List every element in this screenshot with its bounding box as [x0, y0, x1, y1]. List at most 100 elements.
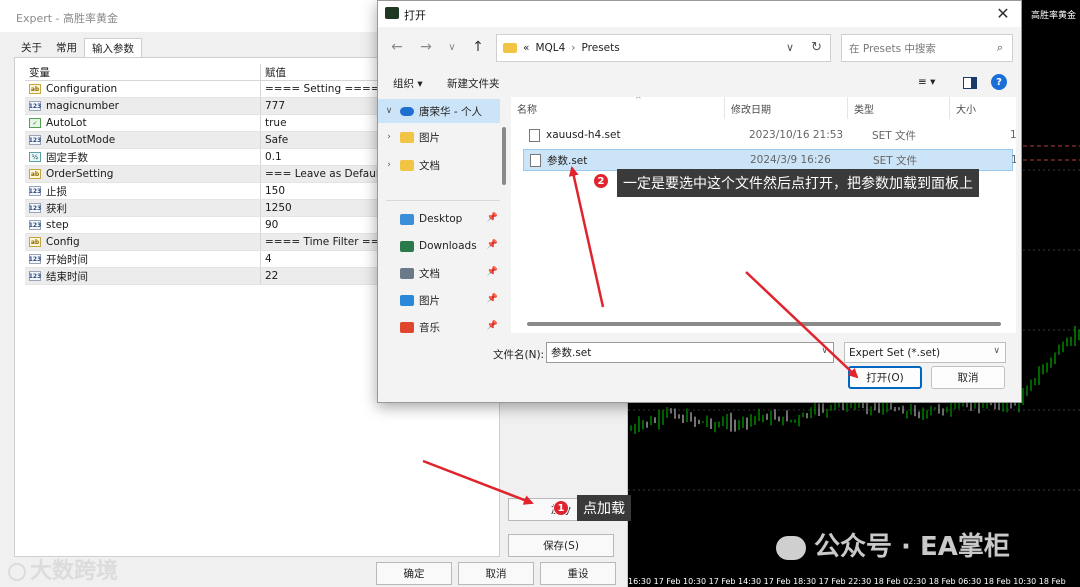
table-row[interactable]: ab OrderSetting === Leave as Default =: [25, 166, 383, 183]
file-row[interactable]: xauusd-h4.set 2023/10/16 21:53 SET 文件 1: [523, 124, 1016, 146]
column-header-date[interactable]: 修改日期: [725, 97, 848, 119]
preview-pane-icon[interactable]: [961, 74, 979, 92]
chevron-down-icon[interactable]: ∨: [821, 346, 828, 356]
filename-input[interactable]: 参数.set ∨: [546, 342, 834, 363]
sidebar-item[interactable]: 音乐 📌: [378, 315, 500, 333]
close-icon[interactable]: ✕: [993, 3, 1013, 23]
column-size-label: 大小: [956, 104, 976, 116]
parameter-value[interactable]: ==== Time Filter ===: [261, 234, 383, 250]
expert-cancel-button-label: 取消: [485, 568, 507, 580]
expert-cancel-button[interactable]: 取消: [458, 562, 534, 585]
column-header-value[interactable]: 赋值: [261, 64, 383, 80]
parameter-value[interactable]: 0.1: [261, 149, 383, 165]
table-row[interactable]: ab Configuration ==== Setting ====: [25, 81, 383, 98]
save-button[interactable]: 保存(S): [508, 534, 614, 557]
navigation-scrollbar[interactable]: [502, 127, 506, 185]
integer-icon: 123: [28, 203, 42, 213]
column-header-size[interactable]: 大小: [950, 97, 1016, 119]
sidebar-item[interactable]: › 图片: [378, 125, 500, 149]
parameter-name-cell[interactable]: ½ 固定手数: [25, 149, 261, 165]
file-row-selected[interactable]: 参数.set 2024/3/9 16:26 SET 文件 1: [523, 149, 1016, 171]
parameter-value[interactable]: Safe: [261, 132, 383, 148]
parameter-value[interactable]: 1250: [261, 200, 383, 216]
sidebar-item[interactable]: 图片 📌: [378, 288, 500, 312]
parameter-value[interactable]: 150: [261, 183, 383, 199]
parameter-name-cell[interactable]: 123 止损: [25, 183, 261, 199]
file-date: 2024/3/9 16:26: [750, 154, 831, 166]
sidebar-item[interactable]: › 文档: [378, 153, 500, 177]
sidebar-item[interactable]: ∨ 唐荣华 - 个人: [378, 99, 500, 123]
sidebar-item[interactable]: Desktop 📌: [378, 207, 500, 231]
column-header-type[interactable]: 类型: [848, 97, 950, 119]
parameter-name-cell[interactable]: 123 magicnumber: [25, 98, 261, 114]
back-icon[interactable]: ←: [386, 37, 408, 57]
parameter-name-cell[interactable]: 123 AutoLotMode: [25, 132, 261, 148]
parameter-name: 止损: [46, 185, 67, 198]
table-row[interactable]: 123 结束时间 22: [25, 268, 383, 285]
tab-inputs[interactable]: 输入参数: [84, 38, 142, 57]
expand-chevron-icon[interactable]: ›: [378, 132, 400, 142]
parameter-value[interactable]: ==== Setting ====: [261, 81, 383, 97]
file-size: 1: [1011, 154, 1016, 166]
help-icon[interactable]: ?: [991, 74, 1007, 90]
forward-icon[interactable]: →: [415, 37, 437, 57]
table-row[interactable]: ✓ AutoLot true: [25, 115, 383, 132]
table-row[interactable]: 123 magicnumber 777: [25, 98, 383, 115]
table-row[interactable]: ab Config ==== Time Filter ===: [25, 234, 383, 251]
parameter-name-cell[interactable]: ab OrderSetting: [25, 166, 261, 182]
parameter-name-cell[interactable]: ab Configuration: [25, 81, 261, 97]
column-header-name[interactable]: 名称 ^: [511, 97, 725, 119]
view-menu-icon[interactable]: ≡ ▾: [918, 76, 935, 88]
organize-button[interactable]: 组织 ▾: [393, 76, 423, 91]
chevron-down-icon[interactable]: ∨: [786, 41, 794, 54]
up-icon[interactable]: ↑: [467, 37, 489, 57]
parameter-value[interactable]: 22: [261, 268, 383, 284]
open-button[interactable]: 打开(O): [848, 366, 922, 389]
tab-about[interactable]: 关于: [14, 38, 49, 57]
divider: [386, 200, 500, 201]
parameter-name-cell[interactable]: ab Config: [25, 234, 261, 250]
breadcrumb-overflow[interactable]: «: [523, 42, 529, 54]
table-row[interactable]: 123 止损 150: [25, 183, 383, 200]
column-type-label: 类型: [854, 104, 874, 116]
table-row[interactable]: 123 开始时间 4: [25, 251, 383, 268]
table-row[interactable]: 123 AutoLotMode Safe: [25, 132, 383, 149]
new-folder-button[interactable]: 新建文件夹: [447, 76, 500, 91]
parameter-value[interactable]: 4: [261, 251, 383, 267]
cancel-button[interactable]: 取消: [931, 366, 1005, 389]
filetype-select[interactable]: Expert Set (*.set) ∨: [844, 342, 1006, 363]
search-input[interactable]: 在 Presets 中搜索 ⌕: [841, 34, 1013, 62]
table-row[interactable]: 123 获利 1250: [25, 200, 383, 217]
table-row[interactable]: ½ 固定手数 0.1: [25, 149, 383, 166]
recent-dropdown-icon[interactable]: ∨: [441, 37, 463, 57]
reset-button[interactable]: 重设: [540, 562, 616, 585]
ok-button[interactable]: 确定: [376, 562, 452, 585]
refresh-icon[interactable]: ↻: [811, 40, 822, 55]
parameter-name-cell[interactable]: 123 获利: [25, 200, 261, 216]
address-bar[interactable]: « MQL4 › Presets ∨ ↻: [496, 34, 831, 62]
breadcrumb-presets[interactable]: Presets: [582, 42, 620, 54]
parameter-name-cell[interactable]: 123 结束时间: [25, 268, 261, 284]
parameter-name-cell[interactable]: 123 开始时间: [25, 251, 261, 267]
watermark-right: 公众号 · EA掌柜: [776, 526, 1010, 563]
sidebar-item[interactable]: Downloads 📌: [378, 234, 500, 258]
watermark-left: 大数跨境: [8, 553, 118, 585]
expand-chevron-icon[interactable]: ∨: [378, 106, 400, 116]
parameter-value[interactable]: === Leave as Default =: [261, 166, 383, 182]
parameter-value[interactable]: 90: [261, 217, 383, 233]
column-header-variable[interactable]: 变量: [25, 64, 261, 80]
table-row[interactable]: 123 step 90: [25, 217, 383, 234]
chart-symbol-label: 高胜率黄金: [1030, 11, 1076, 21]
sidebar-item[interactable]: 文档 📌: [378, 261, 500, 285]
breadcrumb-mql4[interactable]: MQL4: [535, 42, 565, 54]
parameter-name-cell[interactable]: ✓ AutoLot: [25, 115, 261, 131]
parameter-name: OrderSetting: [46, 168, 114, 180]
parameter-value[interactable]: true: [261, 115, 383, 131]
parameter-name-cell[interactable]: 123 step: [25, 217, 261, 233]
tab-common[interactable]: 常用: [49, 38, 84, 57]
parameter-value[interactable]: 777: [261, 98, 383, 114]
expand-chevron-icon[interactable]: ›: [378, 160, 400, 170]
file-list-scrollbar[interactable]: [527, 322, 1001, 326]
music-icon: [400, 321, 414, 333]
parameter-name: magicnumber: [46, 100, 119, 112]
